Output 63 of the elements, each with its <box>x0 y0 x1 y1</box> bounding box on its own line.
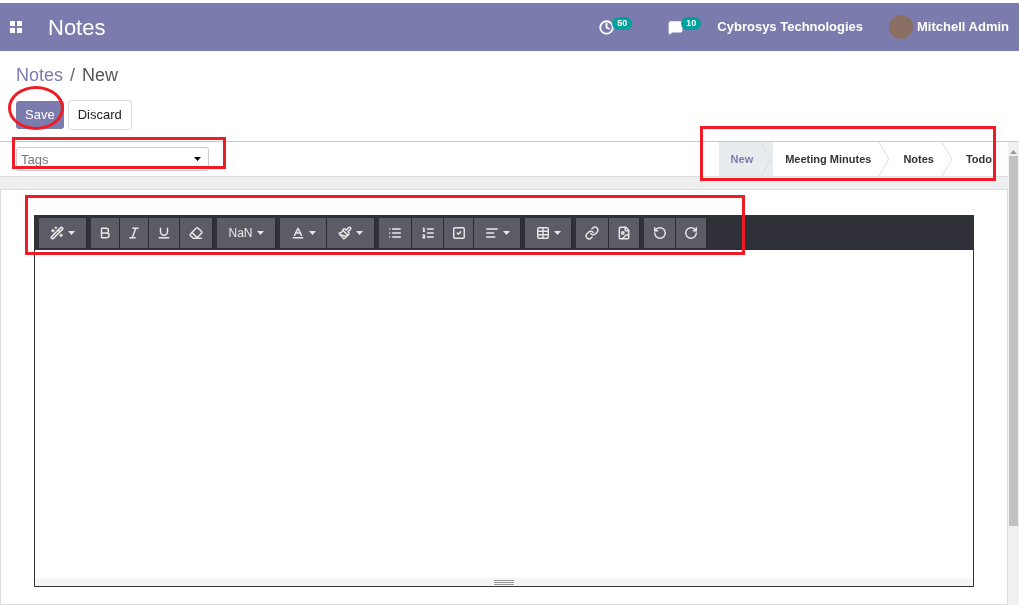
app-title[interactable]: Notes <box>48 10 106 44</box>
scrollbar-thumb[interactable] <box>1009 156 1018 526</box>
eraser-button[interactable] <box>180 218 213 248</box>
image-button[interactable] <box>609 218 640 248</box>
resize-handle[interactable] <box>35 578 973 586</box>
activity-button[interactable]: 50 <box>599 19 633 35</box>
caret-icon <box>256 231 264 235</box>
clock-icon <box>599 19 615 35</box>
checklist-button[interactable] <box>444 218 474 248</box>
caret-icon <box>194 157 201 161</box>
user-name[interactable]: Mitchell Admin <box>917 17 1009 37</box>
breadcrumb-separator: / <box>70 64 76 87</box>
chat-icon <box>668 19 684 35</box>
italic-button[interactable] <box>120 218 149 248</box>
highlight-button[interactable] <box>327 218 375 248</box>
italic-icon <box>127 226 141 240</box>
underline-icon <box>157 226 171 240</box>
table-button[interactable] <box>525 218 572 248</box>
caret-icon <box>308 231 316 235</box>
numbered-list-button[interactable] <box>412 218 444 248</box>
bold-icon <box>98 226 112 240</box>
activity-count-badge: 50 <box>612 16 633 30</box>
text-color-icon <box>290 226 305 240</box>
image-icon <box>617 226 631 240</box>
grip-icon <box>494 579 514 585</box>
tags-field[interactable]: Tags <box>16 147 209 171</box>
bold-button[interactable] <box>91 218 120 248</box>
font-color-button[interactable] <box>280 218 327 248</box>
caret-icon <box>502 231 510 235</box>
apps-grid-icon[interactable] <box>10 21 22 33</box>
scrollbar-track[interactable] <box>1008 142 1019 605</box>
font-size-dropdown[interactable]: NaN <box>217 218 276 248</box>
magic-wand-button[interactable] <box>39 218 87 248</box>
eraser-icon <box>189 226 203 240</box>
paintbrush-icon <box>338 226 352 240</box>
align-button[interactable] <box>474 218 521 248</box>
undo-icon <box>652 226 667 240</box>
caret-icon <box>68 231 75 235</box>
breadcrumb-link[interactable]: Notes <box>16 62 64 89</box>
align-left-icon <box>484 226 499 240</box>
checkbox-icon <box>451 226 466 240</box>
message-count-badge: 10 <box>681 16 702 30</box>
stage-tab[interactable]: New <box>718 142 774 176</box>
annotation-ellipse <box>8 86 64 130</box>
link-button[interactable] <box>576 218 609 248</box>
caret-icon <box>356 231 363 235</box>
breadcrumb-current: New <box>82 64 119 87</box>
link-icon <box>585 226 599 240</box>
bullet-list-button[interactable] <box>379 218 412 248</box>
company-name[interactable]: Cybrosys Technologies <box>717 17 864 37</box>
table-icon <box>535 226 550 240</box>
redo-icon <box>684 226 698 240</box>
magic-wand-icon <box>50 226 64 240</box>
bullet-list-icon <box>388 226 402 240</box>
underline-button[interactable] <box>149 218 180 248</box>
undo-button[interactable] <box>644 218 676 248</box>
avatar-placeholder <box>889 15 914 39</box>
messages-button[interactable]: 10 <box>668 19 702 35</box>
caret-icon <box>553 231 561 235</box>
redo-button[interactable] <box>676 218 707 248</box>
save-button[interactable]: Save <box>16 101 64 129</box>
numbered-list-icon <box>420 226 435 240</box>
discard-button[interactable]: Discard <box>67 100 132 130</box>
